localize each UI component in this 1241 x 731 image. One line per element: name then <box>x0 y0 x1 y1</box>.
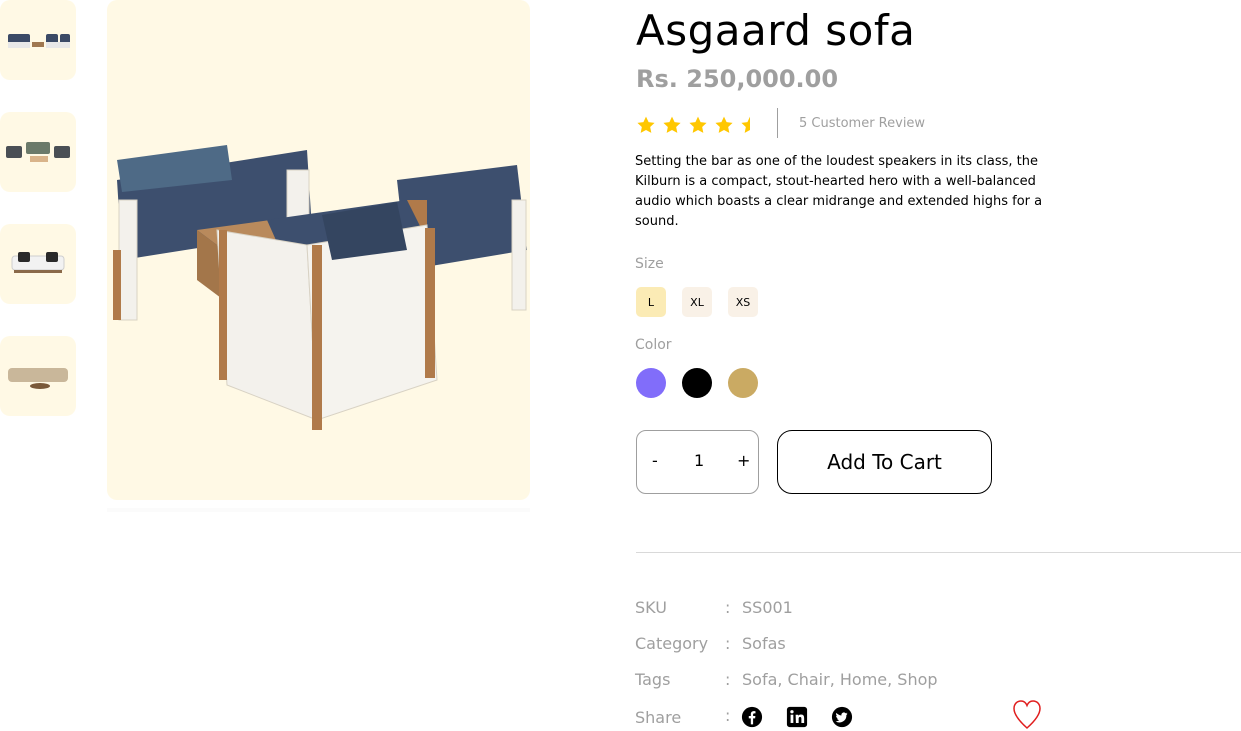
sofa-image <box>11 252 65 273</box>
size-label: Size <box>635 256 664 272</box>
rating-divider <box>777 108 778 138</box>
product-main-image <box>107 0 530 500</box>
category-value[interactable]: Sofas <box>742 634 786 653</box>
add-to-cart-button[interactable]: Add To Cart <box>777 430 992 494</box>
size-option-l[interactable]: L <box>636 287 666 317</box>
image-divider <box>107 508 530 512</box>
thumbnail-4[interactable] <box>0 336 76 416</box>
product-description: Setting the bar as one of the loudest sp… <box>635 154 1043 229</box>
quantity-stepper: - 1 + <box>636 430 759 494</box>
tags-label: Tags <box>635 670 671 689</box>
sofa-set-image <box>8 34 70 48</box>
sofa-set-image <box>6 142 70 162</box>
star-icon <box>663 116 681 133</box>
thumbnail-3[interactable] <box>0 224 76 304</box>
product-price: Rs. 250,000.00 <box>636 65 839 93</box>
sofa-image <box>8 368 68 389</box>
quantity-increase-button[interactable]: + <box>737 451 750 470</box>
category-label: Category <box>635 634 709 653</box>
customer-review-link[interactable]: 5 Customer Review <box>799 116 925 131</box>
heart-icon[interactable] <box>1012 698 1042 730</box>
colon: : <box>725 670 731 689</box>
quantity-decrease-button[interactable]: - <box>652 451 658 470</box>
section-divider <box>636 552 1241 553</box>
star-icon <box>689 116 707 133</box>
color-swatch-purple[interactable] <box>636 368 666 398</box>
facebook-icon[interactable] <box>741 706 763 728</box>
tags-value[interactable]: Sofa, Chair, Home, Shop <box>742 670 938 689</box>
linkedin-icon[interactable] <box>786 706 808 728</box>
size-option-xl[interactable]: XL <box>682 287 712 317</box>
share-label: Share <box>635 708 682 727</box>
color-swatch-black[interactable] <box>682 368 712 398</box>
color-swatch-gold[interactable] <box>728 368 758 398</box>
sku-label: SKU <box>635 598 667 617</box>
twitter-icon[interactable] <box>831 706 853 728</box>
colon: : <box>725 706 731 725</box>
product-title: Asgaard sofa <box>636 6 916 55</box>
star-icon <box>637 116 655 133</box>
thumbnail-1[interactable] <box>0 0 76 80</box>
size-option-xs[interactable]: XS <box>728 287 758 317</box>
color-label: Color <box>635 337 672 353</box>
thumbnail-2[interactable] <box>0 112 76 192</box>
quantity-value[interactable]: 1 <box>694 451 704 470</box>
sofa-set-image <box>113 145 527 430</box>
colon: : <box>725 634 731 653</box>
half-star-icon <box>741 116 750 133</box>
sku-value: SS001 <box>742 598 793 617</box>
star-rating <box>636 113 766 137</box>
star-icon <box>715 116 733 133</box>
colon: : <box>725 598 731 617</box>
